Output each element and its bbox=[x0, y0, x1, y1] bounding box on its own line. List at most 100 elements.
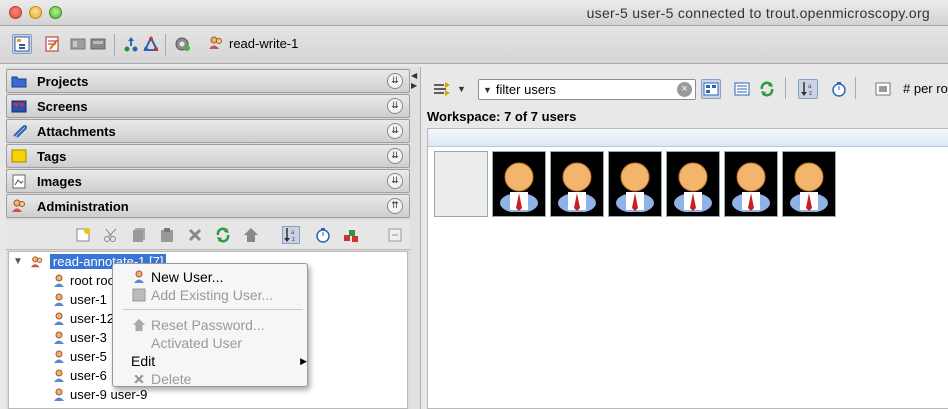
user-avatar-icon bbox=[674, 162, 712, 212]
per-row-label: # per ro bbox=[903, 81, 948, 96]
svg-text:z: z bbox=[292, 237, 295, 243]
menu-item-label: Reset Password... bbox=[151, 317, 265, 333]
paste-button[interactable] bbox=[158, 226, 176, 244]
tag-apply-button[interactable] bbox=[342, 226, 360, 244]
search-button[interactable] bbox=[141, 34, 161, 54]
accordion-label: Administration bbox=[37, 198, 129, 214]
minus-box-icon bbox=[388, 228, 402, 242]
chevron-up-icon[interactable]: ⇈ bbox=[387, 198, 403, 214]
accordion-attachments[interactable]: Attachments ⇊ bbox=[6, 119, 410, 143]
hierarchy-button[interactable] bbox=[121, 34, 141, 54]
chevron-down-icon[interactable]: ⇊ bbox=[387, 123, 403, 139]
history-workspace-button[interactable] bbox=[829, 79, 849, 99]
copy-button[interactable] bbox=[130, 226, 148, 244]
zoom-window-button[interactable] bbox=[49, 6, 62, 19]
tree-user-label: user-5 bbox=[70, 349, 107, 364]
workspace-header-bar bbox=[428, 129, 948, 147]
user-thumbnail[interactable] bbox=[724, 151, 778, 217]
tree-user-row[interactable]: user-12 bbox=[53, 309, 114, 328]
filter-menu-icon[interactable]: ▼ bbox=[483, 85, 492, 95]
refresh-workspace-button[interactable] bbox=[757, 79, 777, 99]
tree-user-row[interactable]: user-1 bbox=[53, 290, 107, 309]
view-options-button[interactable]: ▼ bbox=[433, 81, 466, 97]
menu-item-label: New User... bbox=[151, 269, 224, 285]
sort-button[interactable]: az bbox=[282, 226, 300, 244]
menu-item-label: Edit bbox=[131, 353, 156, 369]
thumbnail-view-button[interactable] bbox=[701, 79, 721, 99]
cut-button[interactable] bbox=[102, 226, 120, 244]
import-button[interactable] bbox=[242, 226, 260, 244]
menu-item-activated-user[interactable]: Activated User bbox=[113, 334, 309, 352]
paperclip-icon bbox=[11, 124, 27, 138]
menu-item-new-user[interactable]: New User... bbox=[113, 268, 309, 286]
accordion-label: Tags bbox=[37, 148, 67, 164]
tree-user-row[interactable]: root roo bbox=[53, 271, 115, 290]
user-thumbnail[interactable] bbox=[550, 151, 604, 217]
accordion-tags[interactable]: Tags ⇊ bbox=[6, 144, 410, 168]
scissors-icon bbox=[104, 228, 117, 242]
list-view-button[interactable] bbox=[732, 79, 752, 99]
layout-button-2[interactable] bbox=[88, 34, 108, 54]
menu-item-add-existing-user[interactable]: Add Existing User... bbox=[113, 286, 309, 304]
grid-count-icon bbox=[875, 82, 891, 96]
group-selector[interactable]: read-write-1 bbox=[208, 35, 298, 51]
submenu-arrow-icon: ▶ bbox=[300, 355, 307, 366]
hierarchy-icon bbox=[124, 37, 138, 52]
layout-button-1[interactable] bbox=[68, 34, 88, 54]
user-thumbnail[interactable] bbox=[782, 151, 836, 217]
chevron-down-icon[interactable]: ⇊ bbox=[387, 98, 403, 114]
clear-filter-icon[interactable]: × bbox=[677, 82, 692, 97]
tag-icon bbox=[11, 149, 27, 163]
plugin-button[interactable] bbox=[172, 34, 192, 54]
chevron-down-icon[interactable]: ⇊ bbox=[387, 73, 403, 89]
collapse-right-icon[interactable]: ▶ bbox=[411, 81, 417, 90]
tree-user-row[interactable]: user-6 bbox=[53, 366, 107, 385]
toolbar-separator bbox=[785, 77, 786, 99]
filter-users-field[interactable]: ▼ filter users × bbox=[478, 79, 696, 100]
accordion-administration[interactable]: Administration ⇈ bbox=[6, 194, 410, 218]
expand-triangle-icon[interactable]: ▼ bbox=[13, 256, 23, 267]
collapse-left-icon[interactable]: ◀ bbox=[411, 71, 417, 80]
user-avatar-icon bbox=[790, 162, 828, 212]
toolbar-separator bbox=[855, 77, 856, 99]
svg-text:z: z bbox=[809, 91, 812, 97]
user-icon bbox=[54, 293, 64, 306]
collapse-button[interactable] bbox=[386, 226, 404, 244]
accordion-screens[interactable]: Screens ⇊ bbox=[6, 94, 410, 118]
sort-workspace-button[interactable]: az bbox=[798, 79, 818, 99]
x-icon bbox=[131, 372, 147, 386]
menu-item-reset-password[interactable]: Reset Password... bbox=[113, 316, 309, 334]
edit-view-button[interactable] bbox=[42, 34, 62, 54]
accordion-images[interactable]: Images ⇊ bbox=[6, 169, 410, 193]
close-window-button[interactable] bbox=[9, 6, 22, 19]
user-avatar-icon bbox=[500, 162, 538, 212]
user-thumbnail[interactable] bbox=[666, 151, 720, 217]
chevron-down-icon[interactable]: ⇊ bbox=[387, 173, 403, 189]
minimize-window-button[interactable] bbox=[29, 6, 42, 19]
pane-splitter[interactable]: ◀ ▶ bbox=[410, 67, 420, 409]
accordion-label: Attachments bbox=[37, 123, 116, 139]
menu-item-delete[interactable]: Delete bbox=[113, 370, 309, 388]
thumbnail-empty[interactable] bbox=[434, 151, 488, 217]
house-icon bbox=[131, 318, 147, 332]
user-thumbnail[interactable] bbox=[492, 151, 546, 217]
refresh-button[interactable] bbox=[214, 226, 232, 244]
user-thumbnail[interactable] bbox=[608, 151, 662, 217]
delete-button[interactable] bbox=[186, 226, 204, 244]
add-user-icon bbox=[131, 288, 147, 302]
explorer-view-button[interactable] bbox=[12, 34, 32, 54]
per-row-button[interactable] bbox=[873, 79, 893, 99]
user-avatar-icon bbox=[616, 162, 654, 212]
tree-user-row[interactable]: user-5 bbox=[53, 347, 107, 366]
accordion-projects[interactable]: Projects ⇊ bbox=[6, 69, 410, 93]
chevron-down-icon[interactable]: ⇊ bbox=[387, 148, 403, 164]
new-button[interactable] bbox=[74, 226, 92, 244]
history-button[interactable] bbox=[314, 226, 332, 244]
menu-item-label: Add Existing User... bbox=[151, 287, 274, 303]
tree-view-icon bbox=[14, 36, 30, 52]
tree-user-row[interactable]: user-3 bbox=[53, 328, 107, 347]
group-icon bbox=[209, 36, 222, 49]
svg-text:a: a bbox=[291, 230, 295, 236]
dropdown-arrow-icon: ▼ bbox=[457, 84, 466, 94]
menu-item-edit[interactable]: Edit ▶ bbox=[113, 352, 309, 370]
